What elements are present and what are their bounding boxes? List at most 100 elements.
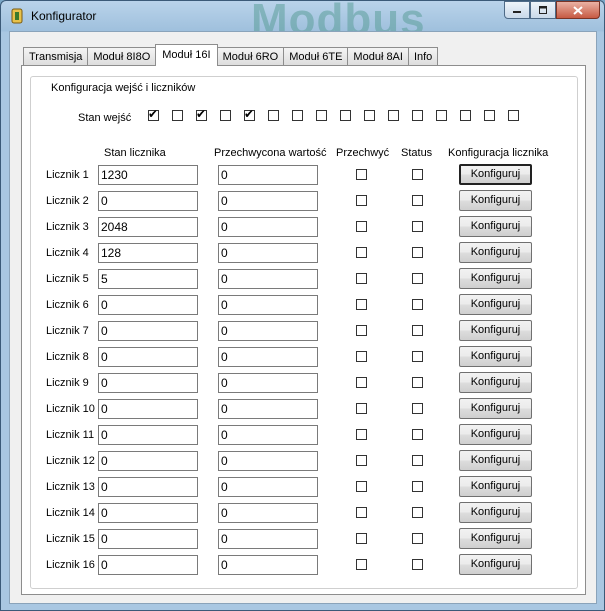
close-button[interactable] xyxy=(556,1,600,19)
input-state-checkbox-16[interactable] xyxy=(508,110,519,121)
configure-counter-button[interactable]: Konfiguruj xyxy=(459,346,532,367)
status-checkbox[interactable] xyxy=(412,195,423,206)
configure-counter-button[interactable]: Konfiguruj xyxy=(459,476,532,497)
capture-checkbox[interactable] xyxy=(356,351,367,362)
counter-state-field[interactable]: 0 xyxy=(98,451,198,471)
status-checkbox[interactable] xyxy=(412,351,423,362)
configure-counter-button[interactable]: Konfiguruj xyxy=(459,242,532,263)
configure-counter-button[interactable]: Konfiguruj xyxy=(459,528,532,549)
captured-value-field[interactable]: 0 xyxy=(218,425,318,445)
captured-value-field[interactable]: 0 xyxy=(218,321,318,341)
input-state-checkbox-15[interactable] xyxy=(484,110,495,121)
counter-state-field[interactable]: 5 xyxy=(98,269,198,289)
configure-counter-button[interactable]: Konfiguruj xyxy=(459,450,532,471)
input-state-checkbox-8[interactable] xyxy=(316,110,327,121)
tab-info[interactable]: Info xyxy=(407,47,439,66)
input-state-checkbox-10[interactable] xyxy=(364,110,375,121)
captured-value-field[interactable]: 0 xyxy=(218,347,318,367)
capture-checkbox[interactable] xyxy=(356,169,367,180)
counter-state-field[interactable]: 0 xyxy=(98,555,198,575)
input-state-checkbox-3[interactable]: ✔ xyxy=(196,108,207,121)
configure-counter-button[interactable]: Konfiguruj xyxy=(459,320,532,341)
status-checkbox[interactable] xyxy=(412,403,423,414)
input-state-checkbox-11[interactable] xyxy=(388,110,399,121)
status-checkbox[interactable] xyxy=(412,559,423,570)
status-checkbox[interactable] xyxy=(412,221,423,232)
input-state-checkbox-12[interactable] xyxy=(412,110,423,121)
counter-state-field[interactable]: 0 xyxy=(98,321,198,341)
input-state-checkbox-14[interactable] xyxy=(460,110,471,121)
counter-state-field[interactable]: 0 xyxy=(98,477,198,497)
maximize-button[interactable] xyxy=(530,1,556,19)
tab-moduł-16i[interactable]: Moduł 16I xyxy=(155,44,218,66)
minimize-button[interactable] xyxy=(504,1,530,19)
capture-checkbox[interactable] xyxy=(356,195,367,206)
input-state-checkbox-2[interactable] xyxy=(172,110,183,121)
status-checkbox[interactable] xyxy=(412,273,423,284)
counter-state-field[interactable]: 0 xyxy=(98,191,198,211)
input-state-checkbox-7[interactable] xyxy=(292,110,303,121)
capture-checkbox[interactable] xyxy=(356,559,367,570)
status-checkbox[interactable] xyxy=(412,455,423,466)
captured-value-field[interactable]: 0 xyxy=(218,243,318,263)
configure-counter-button[interactable]: Konfiguruj xyxy=(459,554,532,575)
captured-value-field[interactable]: 0 xyxy=(218,451,318,471)
capture-checkbox[interactable] xyxy=(356,273,367,284)
capture-checkbox[interactable] xyxy=(356,533,367,544)
input-state-checkbox-9[interactable] xyxy=(340,110,351,121)
tab-transmisja[interactable]: Transmisja xyxy=(23,47,89,66)
configure-counter-button[interactable]: Konfiguruj xyxy=(459,190,532,211)
title-bar[interactable]: Modbus Konfigurator xyxy=(1,1,604,44)
capture-checkbox[interactable] xyxy=(356,481,367,492)
configure-counter-button[interactable]: Konfiguruj xyxy=(459,216,532,237)
counter-state-field[interactable]: 0 xyxy=(98,529,198,549)
counter-state-field[interactable]: 0 xyxy=(98,373,198,393)
counter-state-field[interactable]: 0 xyxy=(98,295,198,315)
counter-state-field[interactable]: 2048 xyxy=(98,217,198,237)
status-checkbox[interactable] xyxy=(412,299,423,310)
captured-value-field[interactable]: 0 xyxy=(218,399,318,419)
capture-checkbox[interactable] xyxy=(356,377,367,388)
configure-counter-button[interactable]: Konfiguruj xyxy=(459,372,532,393)
tab-moduł-6te[interactable]: Moduł 6TE xyxy=(283,47,349,66)
counter-state-field[interactable]: 128 xyxy=(98,243,198,263)
capture-checkbox[interactable] xyxy=(356,247,367,258)
input-state-checkbox-13[interactable] xyxy=(436,110,447,121)
configure-counter-button[interactable]: Konfiguruj xyxy=(459,294,532,315)
counter-state-field[interactable]: 0 xyxy=(98,399,198,419)
counter-state-field[interactable]: 0 xyxy=(98,503,198,523)
status-checkbox[interactable] xyxy=(412,169,423,180)
capture-checkbox[interactable] xyxy=(356,221,367,232)
captured-value-field[interactable]: 0 xyxy=(218,269,318,289)
capture-checkbox[interactable] xyxy=(356,455,367,466)
counter-state-field[interactable]: 0 xyxy=(98,347,198,367)
tab-moduł-6ro[interactable]: Moduł 6RO xyxy=(216,47,285,66)
input-state-checkbox-5[interactable]: ✔ xyxy=(244,108,255,121)
input-state-checkbox-1[interactable]: ✔ xyxy=(148,108,159,121)
status-checkbox[interactable] xyxy=(412,533,423,544)
status-checkbox[interactable] xyxy=(412,377,423,388)
capture-checkbox[interactable] xyxy=(356,429,367,440)
configure-counter-button[interactable]: Konfiguruj xyxy=(459,502,532,523)
capture-checkbox[interactable] xyxy=(356,299,367,310)
captured-value-field[interactable]: 0 xyxy=(218,529,318,549)
counter-state-field[interactable]: 0 xyxy=(98,425,198,445)
captured-value-field[interactable]: 0 xyxy=(218,503,318,523)
tab-moduł-8ai[interactable]: Moduł 8AI xyxy=(347,47,409,66)
capture-checkbox[interactable] xyxy=(356,325,367,336)
input-state-checkbox-6[interactable] xyxy=(268,110,279,121)
status-checkbox[interactable] xyxy=(412,481,423,492)
counter-state-field[interactable]: 1230 xyxy=(98,165,198,185)
input-state-checkbox-4[interactable] xyxy=(220,110,231,121)
capture-checkbox[interactable] xyxy=(356,507,367,518)
configure-counter-button[interactable]: Konfiguruj xyxy=(459,398,532,419)
capture-checkbox[interactable] xyxy=(356,403,367,414)
captured-value-field[interactable]: 0 xyxy=(218,373,318,393)
tab-moduł-8i8o[interactable]: Moduł 8I8O xyxy=(87,47,157,66)
captured-value-field[interactable]: 0 xyxy=(218,165,318,185)
configure-counter-button[interactable]: Konfiguruj xyxy=(459,424,532,445)
status-checkbox[interactable] xyxy=(412,507,423,518)
status-checkbox[interactable] xyxy=(412,247,423,258)
status-checkbox[interactable] xyxy=(412,429,423,440)
captured-value-field[interactable]: 0 xyxy=(218,217,318,237)
